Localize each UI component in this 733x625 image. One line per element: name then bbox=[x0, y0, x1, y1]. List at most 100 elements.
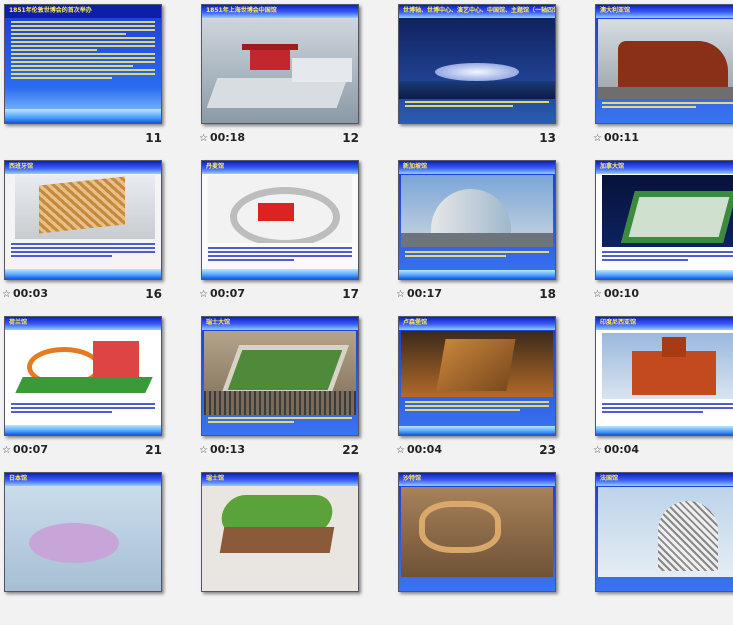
slide-title: 1851年伦敦世博会的首次举办 bbox=[9, 7, 92, 14]
slide-text-block bbox=[11, 21, 155, 81]
transition-icon: ☆ bbox=[2, 445, 11, 456]
slide-number: 11 bbox=[145, 131, 162, 145]
slide-cell[interactable]: 加拿大馆 ☆ 00:10 bbox=[591, 156, 733, 313]
slide-cell[interactable]: 日本馆 bbox=[0, 468, 185, 625]
slide-title: 西班牙馆 bbox=[9, 163, 34, 170]
slide-thumbnail[interactable]: 法国馆 bbox=[595, 472, 733, 592]
slide-cell[interactable]: 澳大利亚馆 ☆ 00:11 bbox=[591, 0, 733, 157]
slide-timing: ☆ 00:07 bbox=[199, 287, 245, 300]
slide-title: 新加坡馆 bbox=[403, 163, 428, 170]
slide-sorter: 1851年伦敦世博会的首次举办 11 1851年上海世博会中国馆 12 ☆ 00:… bbox=[0, 0, 733, 592]
pavilion-photo bbox=[204, 331, 356, 415]
pavilion-photo bbox=[602, 175, 733, 247]
slide-thumbnail[interactable]: 西班牙馆 bbox=[4, 160, 162, 280]
slide-title: 印度尼西亚馆 bbox=[600, 319, 637, 326]
slide-title: 丹麦馆 bbox=[206, 163, 225, 170]
slide-text-block bbox=[11, 243, 155, 259]
slide-title: 沙特馆 bbox=[403, 475, 422, 482]
slide-cell[interactable]: 印度尼西亚馆 ☆ 00:04 bbox=[591, 312, 733, 469]
transition-icon: ☆ bbox=[396, 445, 405, 456]
slide-thumbnail[interactable]: 卢森堡馆 bbox=[398, 316, 556, 436]
slide-thumbnail[interactable]: 日本馆 bbox=[4, 472, 162, 592]
slide-thumbnail[interactable]: 世博轴、世博中心、演艺中心、中国馆、主题馆（一轴四馆） bbox=[398, 4, 556, 124]
slide-text-block bbox=[208, 247, 352, 263]
transition-icon: ☆ bbox=[396, 289, 405, 300]
slide-thumbnail[interactable]: 瑞士大馆 bbox=[201, 316, 359, 436]
transition-icon: ☆ bbox=[593, 289, 602, 300]
pavilion-photo bbox=[401, 331, 553, 397]
slide-number: 17 bbox=[342, 287, 359, 301]
pavilion-photo bbox=[401, 487, 553, 577]
slide-title: 1851年上海世博会中国馆 bbox=[206, 7, 277, 14]
slide-thumbnail[interactable]: 丹麦馆 bbox=[201, 160, 359, 280]
slide-cell[interactable]: 荷兰馆 21 ☆ 00:07 bbox=[0, 312, 185, 469]
slide-thumbnail[interactable]: 沙特馆 bbox=[398, 472, 556, 592]
slide-thumbnail[interactable]: 印度尼西亚馆 bbox=[595, 316, 733, 436]
pavilion-photo bbox=[399, 19, 555, 99]
slide-timing: ☆ 00:17 bbox=[396, 287, 442, 300]
slide-timing: ☆ 00:04 bbox=[593, 443, 639, 456]
slide-thumbnail[interactable]: 荷兰馆 bbox=[4, 316, 162, 436]
slide-text-block bbox=[602, 403, 733, 415]
pavilion-photo bbox=[602, 333, 733, 399]
slide-text-block bbox=[405, 251, 549, 259]
slide-thumbnail[interactable]: 1851年上海世博会中国馆 bbox=[201, 4, 359, 124]
slide-timing: ☆ 00:10 bbox=[593, 287, 639, 300]
slide-cell[interactable]: 法国馆 bbox=[591, 468, 733, 625]
slide-title: 瑞士大馆 bbox=[206, 319, 231, 326]
slide-thumbnail[interactable]: 新加坡馆 bbox=[398, 160, 556, 280]
pavilion-photo bbox=[208, 175, 352, 243]
pavilion-photo bbox=[9, 331, 157, 399]
slide-timing: ☆ 00:18 bbox=[199, 131, 245, 144]
slide-timing: ☆ 00:13 bbox=[199, 443, 245, 456]
slide-cell[interactable]: 沙特馆 bbox=[394, 468, 579, 625]
pavilion-photo bbox=[15, 175, 155, 239]
slide-title: 卢森堡馆 bbox=[403, 319, 428, 326]
pavilion-photo bbox=[401, 175, 553, 247]
transition-icon: ☆ bbox=[593, 133, 602, 144]
slide-cell[interactable]: 瑞士大馆 22 ☆ 00:13 bbox=[197, 312, 382, 469]
pavilion-photo bbox=[202, 18, 358, 123]
slide-cell[interactable]: 瑞士馆 bbox=[197, 468, 382, 625]
slide-number: 21 bbox=[145, 443, 162, 457]
pavilion-photo bbox=[598, 487, 733, 577]
transition-icon: ☆ bbox=[199, 133, 208, 144]
slide-cell[interactable]: 1851年伦敦世博会的首次举办 11 bbox=[0, 0, 185, 157]
slide-number: 22 bbox=[342, 443, 359, 457]
slide-title: 加拿大馆 bbox=[600, 163, 625, 170]
slide-cell[interactable]: 1851年上海世博会中国馆 12 ☆ 00:18 bbox=[197, 0, 382, 157]
pavilion-photo bbox=[9, 513, 157, 573]
slide-cell[interactable]: 卢森堡馆 23 ☆ 00:04 bbox=[394, 312, 579, 469]
slide-cell[interactable]: 西班牙馆 16 ☆ 00:03 bbox=[0, 156, 185, 313]
slide-timing: ☆ 00:03 bbox=[2, 287, 48, 300]
slide-title: 瑞士馆 bbox=[206, 475, 225, 482]
slide-title: 日本馆 bbox=[9, 475, 28, 482]
slide-timing: ☆ 00:07 bbox=[2, 443, 48, 456]
slide-thumbnail[interactable]: 加拿大馆 bbox=[595, 160, 733, 280]
slide-title: 荷兰馆 bbox=[9, 319, 28, 326]
slide-text-block bbox=[11, 403, 155, 415]
slide-cell[interactable]: 世博轴、世博中心、演艺中心、中国馆、主题馆（一轴四馆） 13 bbox=[394, 0, 579, 157]
slide-number: 23 bbox=[539, 443, 556, 457]
transition-icon: ☆ bbox=[593, 445, 602, 456]
transition-icon: ☆ bbox=[199, 289, 208, 300]
slide-text-block bbox=[405, 401, 549, 413]
slide-thumbnail[interactable]: 1851年伦敦世博会的首次举办 bbox=[4, 4, 162, 124]
slide-text-block bbox=[602, 102, 733, 110]
slide-thumbnail[interactable]: 瑞士馆 bbox=[201, 472, 359, 592]
slide-number: 16 bbox=[145, 287, 162, 301]
slide-thumbnail[interactable]: 澳大利亚馆 bbox=[595, 4, 733, 124]
slide-cell[interactable]: 新加坡馆 18 ☆ 00:17 bbox=[394, 156, 579, 313]
slide-number: 13 bbox=[539, 131, 556, 145]
slide-title: 澳大利亚馆 bbox=[600, 7, 631, 14]
slide-title: 世博轴、世博中心、演艺中心、中国馆、主题馆（一轴四馆） bbox=[403, 7, 556, 14]
pavilion-photo bbox=[598, 19, 733, 99]
slide-number: 18 bbox=[539, 287, 556, 301]
slide-cell[interactable]: 丹麦馆 17 ☆ 00:07 bbox=[197, 156, 382, 313]
slide-number: 12 bbox=[342, 131, 359, 145]
transition-icon: ☆ bbox=[199, 445, 208, 456]
slide-text-block bbox=[208, 417, 352, 425]
slide-title: 法国馆 bbox=[600, 475, 619, 482]
transition-icon: ☆ bbox=[2, 289, 11, 300]
slide-text-block bbox=[602, 251, 733, 263]
